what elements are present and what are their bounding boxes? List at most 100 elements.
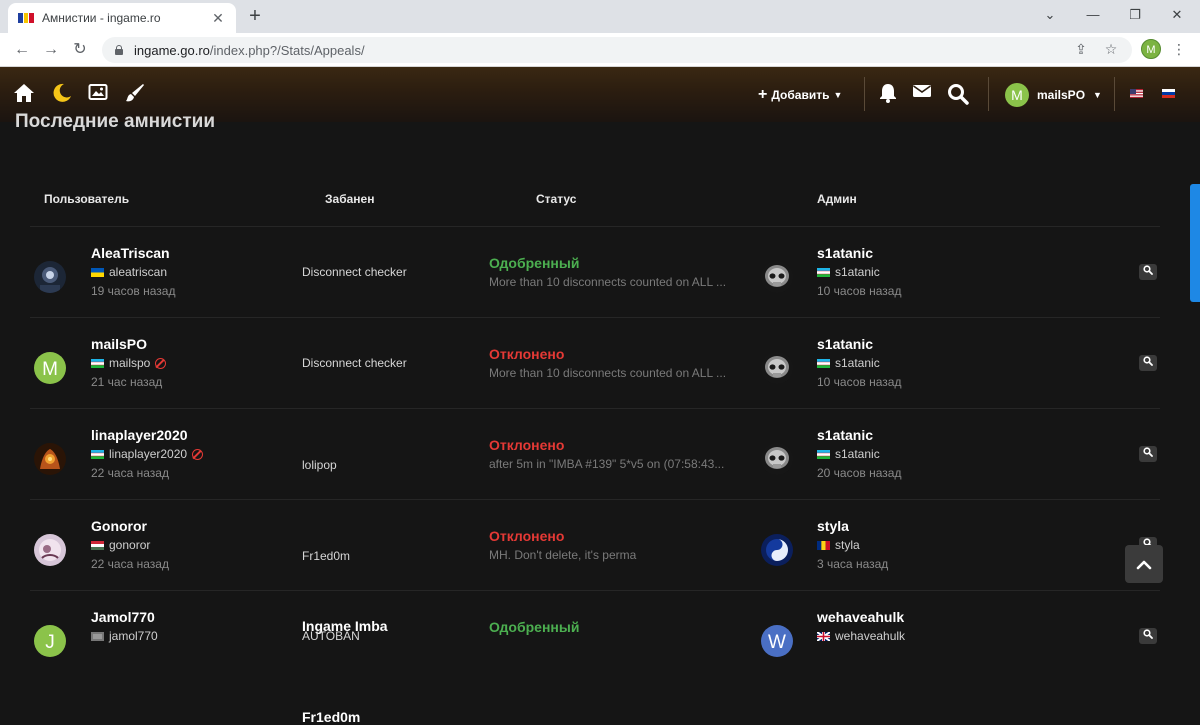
search-icon[interactable] bbox=[947, 83, 969, 105]
country-flag-icon bbox=[91, 450, 104, 459]
mail-icon[interactable] bbox=[911, 83, 933, 105]
flag-ru-icon[interactable] bbox=[1162, 89, 1175, 98]
country-flag-icon bbox=[91, 632, 104, 641]
plus-icon: + bbox=[758, 86, 767, 104]
appeal-time: 22 часа назад bbox=[91, 557, 169, 571]
admin-avatar[interactable] bbox=[761, 443, 793, 475]
admin-name-link[interactable]: s1atanic bbox=[817, 245, 873, 261]
maximize-icon[interactable]: ❐ bbox=[1120, 4, 1150, 26]
user-handle: gonoror bbox=[91, 538, 150, 552]
user-menu[interactable]: M mailsPO ▼ bbox=[1005, 83, 1102, 107]
view-appeal-button[interactable] bbox=[1139, 628, 1157, 644]
header-username: mailsPO bbox=[1037, 88, 1085, 102]
column-header-admin: Админ bbox=[817, 192, 857, 206]
admin-avatar[interactable] bbox=[761, 261, 793, 293]
user-avatar[interactable] bbox=[34, 534, 66, 566]
admin-time: 20 часов назад bbox=[817, 466, 901, 480]
lock-icon bbox=[114, 45, 124, 55]
admin-name-link[interactable]: styla bbox=[817, 518, 849, 534]
admin-name-link[interactable]: s1atanic bbox=[817, 336, 873, 352]
scrollbar-thumb[interactable] bbox=[1190, 184, 1200, 302]
avatar: M bbox=[1005, 83, 1029, 107]
admin-time: 10 часов назад bbox=[817, 375, 901, 389]
user-avatar[interactable]: J bbox=[34, 625, 66, 657]
browser-menu-icon[interactable]: ⋮ bbox=[1168, 38, 1190, 60]
view-appeal-button[interactable] bbox=[1139, 446, 1157, 462]
user-handle-text[interactable]: linaplayer2020 bbox=[109, 447, 187, 461]
country-flag-icon bbox=[817, 450, 830, 459]
home-icon[interactable] bbox=[13, 83, 35, 105]
admin-handle-text[interactable]: s1atanic bbox=[835, 356, 880, 370]
new-tab-button[interactable]: + bbox=[244, 5, 266, 27]
user-handle-text[interactable]: aleatriscan bbox=[109, 265, 167, 279]
country-flag-icon bbox=[817, 541, 830, 550]
browser-tab[interactable]: Амнистии - ingame.ro ✕ bbox=[8, 3, 236, 33]
user-avatar[interactable]: M bbox=[34, 352, 66, 384]
admin-handle: s1atanic bbox=[817, 447, 880, 461]
flag-us-icon[interactable] bbox=[1130, 89, 1143, 98]
ban-reason: AUTOBAN bbox=[302, 629, 360, 643]
forward-icon[interactable]: → bbox=[39, 38, 63, 62]
bell-icon[interactable] bbox=[877, 83, 899, 105]
moon-icon[interactable] bbox=[51, 83, 73, 105]
user-name-link[interactable]: mailsPO bbox=[91, 336, 147, 352]
site-favicon-icon bbox=[18, 13, 34, 23]
ban-reason: Fr1ed0m bbox=[302, 549, 350, 563]
user-handle-text[interactable]: mailspo bbox=[109, 356, 150, 370]
minimize-icon[interactable]: — bbox=[1078, 4, 1108, 26]
browser-toolbar: ← → ↻ ingame.go.ro/index.php?/Stats/Appe… bbox=[0, 33, 1200, 67]
admin-handle-text[interactable]: wehaveahulk bbox=[835, 629, 905, 643]
add-menu-button[interactable]: + Добавить ▼ bbox=[758, 86, 842, 104]
user-name-link[interactable]: linaplayer2020 bbox=[91, 427, 188, 443]
country-flag-icon bbox=[817, 632, 830, 641]
user-handle: aleatriscan bbox=[91, 265, 167, 279]
page-title: Последние амнистии bbox=[15, 111, 215, 133]
bookmark-star-icon[interactable]: ☆ bbox=[1100, 38, 1122, 60]
tab-title: Амнистии - ingame.ro bbox=[42, 11, 210, 25]
admin-handle-text[interactable]: s1atanic bbox=[835, 447, 880, 461]
user-name-link[interactable]: AleaTriscan bbox=[91, 245, 170, 261]
user-handle-text[interactable]: gonoror bbox=[109, 538, 150, 552]
magnifier-icon bbox=[1143, 447, 1153, 457]
user-name-link[interactable]: Gonoror bbox=[91, 518, 147, 534]
user-name-link[interactable]: Jamol770 bbox=[91, 609, 155, 625]
image-icon[interactable] bbox=[87, 83, 109, 105]
tab-close-icon[interactable]: ✕ bbox=[210, 10, 226, 27]
column-header-user: Пользователь bbox=[44, 192, 129, 206]
country-flag-icon bbox=[817, 268, 830, 277]
admin-handle-text[interactable]: s1atanic bbox=[835, 265, 880, 279]
admin-avatar[interactable]: W bbox=[761, 625, 793, 657]
brush-icon[interactable] bbox=[124, 83, 146, 105]
admin-avatar[interactable] bbox=[761, 352, 793, 384]
window-close-icon[interactable]: ✕ bbox=[1162, 4, 1192, 26]
ban-title: Fr1ed0m bbox=[302, 709, 360, 725]
ban-reason: lolipop bbox=[302, 458, 337, 472]
view-appeal-button[interactable] bbox=[1139, 264, 1157, 280]
column-header-status: Статус bbox=[536, 192, 576, 206]
browser-profile-avatar[interactable]: M bbox=[1141, 39, 1161, 59]
admin-handle-text[interactable]: styla bbox=[835, 538, 860, 552]
share-icon[interactable]: ⇪ bbox=[1070, 38, 1092, 60]
admin-name-link[interactable]: s1atanic bbox=[817, 427, 873, 443]
banned-icon bbox=[155, 358, 166, 369]
view-appeal-button[interactable] bbox=[1139, 355, 1157, 371]
user-avatar[interactable] bbox=[34, 443, 66, 475]
admin-avatar[interactable] bbox=[761, 534, 793, 566]
magnifier-icon bbox=[1143, 356, 1153, 366]
scroll-to-top-button[interactable] bbox=[1125, 545, 1163, 583]
back-icon[interactable]: ← bbox=[10, 38, 34, 62]
status-note: More than 10 disconnects counted on ALL … bbox=[489, 275, 726, 289]
admin-handle: s1atanic bbox=[817, 265, 880, 279]
user-handle: mailspo bbox=[91, 356, 166, 370]
address-bar[interactable]: ingame.go.ro/index.php?/Stats/Appeals/ bbox=[102, 37, 1132, 63]
url-host: ingame.go.ro bbox=[134, 43, 210, 58]
user-handle-text[interactable]: jamol770 bbox=[109, 629, 158, 643]
reload-icon[interactable]: ↻ bbox=[68, 38, 92, 62]
tab-search-icon[interactable]: ⌄ bbox=[1035, 4, 1065, 26]
status-badge: Одобренный bbox=[489, 619, 579, 635]
status-badge: Одобренный bbox=[489, 255, 579, 271]
user-avatar[interactable] bbox=[34, 261, 66, 293]
admin-handle: s1atanic bbox=[817, 356, 880, 370]
status-note: More than 10 disconnects counted on ALL … bbox=[489, 366, 726, 380]
admin-name-link[interactable]: wehaveahulk bbox=[817, 609, 904, 625]
